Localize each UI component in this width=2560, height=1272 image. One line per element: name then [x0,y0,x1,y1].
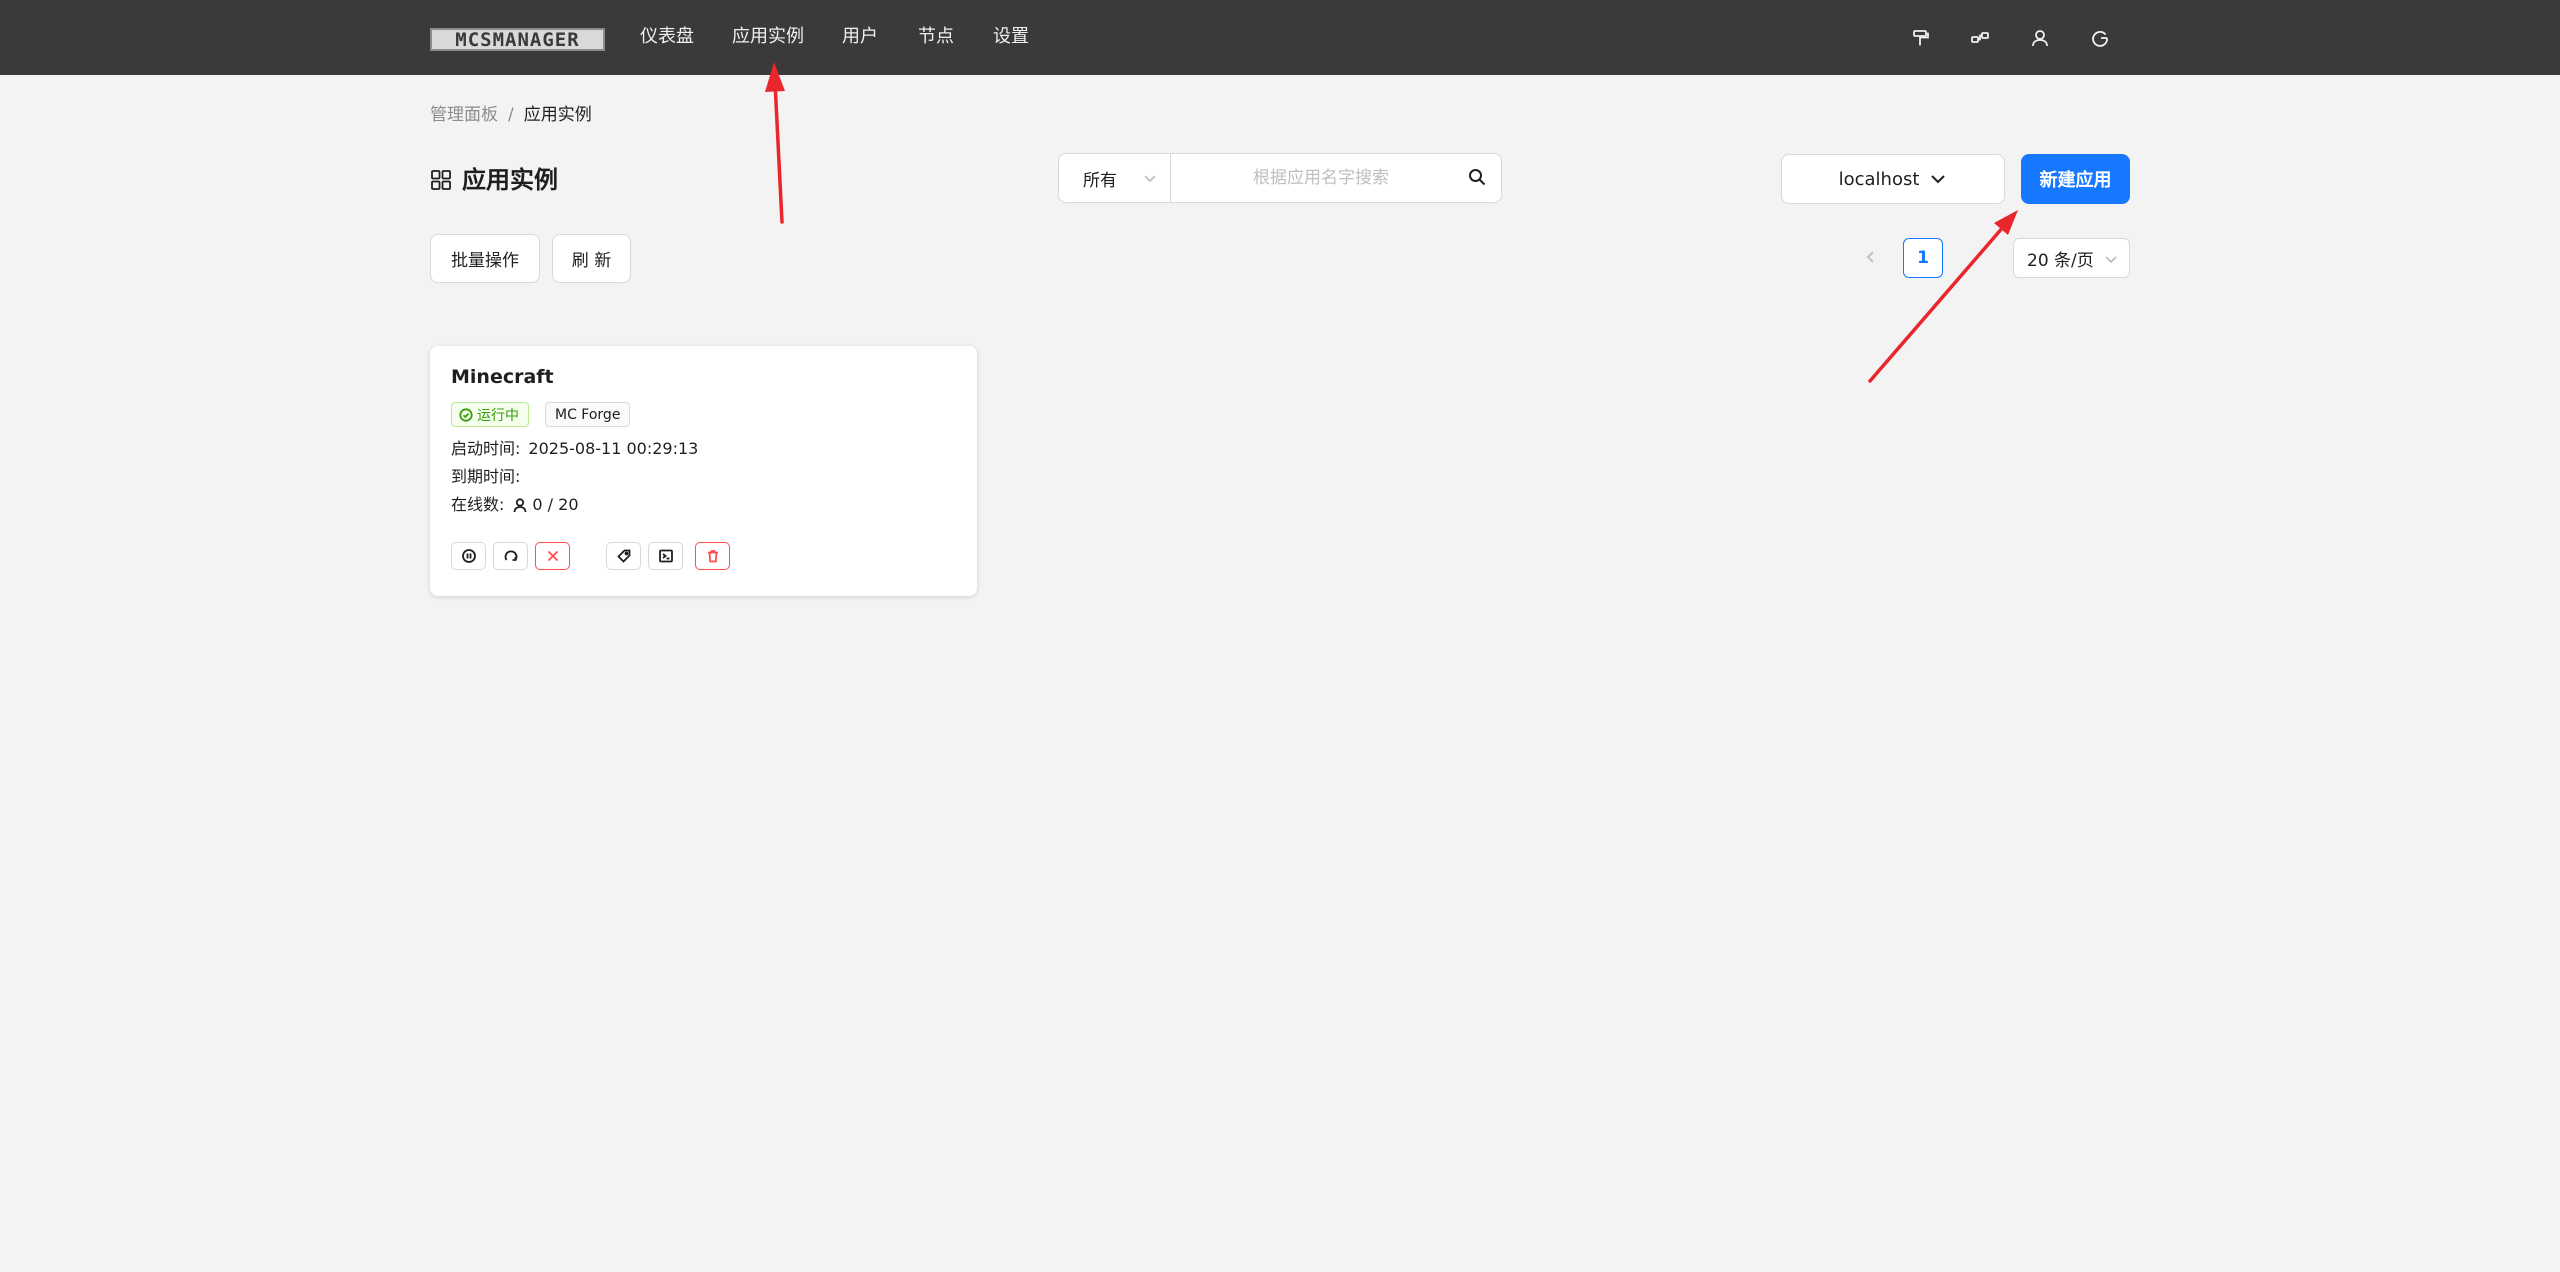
nodes-icon[interactable] [1968,26,1992,50]
logout-icon[interactable] [2088,26,2112,50]
trash-icon [707,550,718,563]
stop-button[interactable] [535,542,570,570]
tag-button[interactable] [606,542,641,570]
close-icon [547,550,558,562]
restart-button[interactable] [493,542,528,570]
chevron-down-icon [2105,256,2117,264]
status-badge: 运行中 [451,402,529,427]
breadcrumb-parent[interactable]: 管理面板 [430,105,498,125]
nav-instances[interactable]: 应用实例 [732,24,804,50]
online-row: 在线数: 0 / 20 [451,493,579,517]
node-selector[interactable]: localhost [1781,154,2005,204]
chevron-down-icon [1144,175,1156,183]
chevron-down-icon [1931,175,1946,184]
online-label: 在线数: [451,495,505,514]
breadcrumb: 管理面板 / 应用实例 [430,103,592,127]
breadcrumb-separator: / [508,105,514,125]
tags-icon [616,549,630,563]
annotation-arrow-new-button [1868,210,2018,383]
start-time-label: 启动时间: [451,439,521,458]
status-filter-select[interactable]: 所有 [1058,153,1170,203]
grid-icon [431,170,451,190]
instance-name[interactable]: Minecraft [451,363,554,391]
check-circle-icon [459,407,473,422]
search-icon[interactable] [1467,167,1489,189]
start-time-value: 2025-08-11 00:29:13 [528,439,699,458]
refresh-button[interactable]: 刷 新 [552,234,631,283]
nav-users[interactable]: 用户 [842,24,878,50]
instance-type-badge: MC Forge [545,402,631,427]
batch-operation-button[interactable]: 批量操作 [430,234,540,283]
page-size-value: 20 条/页 [2027,250,2094,271]
search-input[interactable] [1170,153,1502,203]
paint-roller-icon[interactable] [1908,26,1932,50]
pause-circle-icon [461,549,476,563]
status-text: 运行中 [477,407,519,424]
top-bar: MCSMANAGER 仪表盘 应用实例 用户 节点 设置 [0,0,2560,75]
page-title-text: 应用实例 [462,166,558,194]
online-value: 0 / 20 [532,495,579,514]
page-number-button[interactable]: 1 [1903,238,1943,278]
start-time-row: 启动时间: 2025-08-11 00:29:13 [451,437,698,461]
expire-time-row: 到期时间: [451,465,528,489]
restart-icon [504,550,517,561]
pause-button[interactable] [451,542,486,570]
instance-card[interactable]: Minecraft 运行中 MC Forge 启动时间: 2025-08-11 … [430,346,977,596]
annotation-arrow-nav [765,62,785,224]
delete-button[interactable] [695,542,730,570]
user-icon [514,498,527,513]
page-size-select[interactable]: 20 条/页 [2013,238,2130,278]
expire-time-label: 到期时间: [451,467,521,486]
status-filter-value: 所有 [1083,170,1117,191]
nav-dashboard[interactable]: 仪表盘 [640,24,694,50]
node-selector-value: localhost [1838,168,1920,190]
new-instance-button[interactable]: 新建应用 [2021,154,2130,204]
breadcrumb-current: 应用实例 [523,105,592,125]
nav-settings[interactable]: 设置 [993,24,1029,50]
page-title: 应用实例 [430,163,558,197]
prev-page-icon[interactable] [1863,249,1883,269]
user-icon[interactable] [2028,26,2052,50]
terminal-icon [658,549,673,563]
nav-nodes[interactable]: 节点 [918,24,954,50]
logo[interactable]: MCSMANAGER [430,28,605,51]
terminal-button[interactable] [648,542,683,570]
